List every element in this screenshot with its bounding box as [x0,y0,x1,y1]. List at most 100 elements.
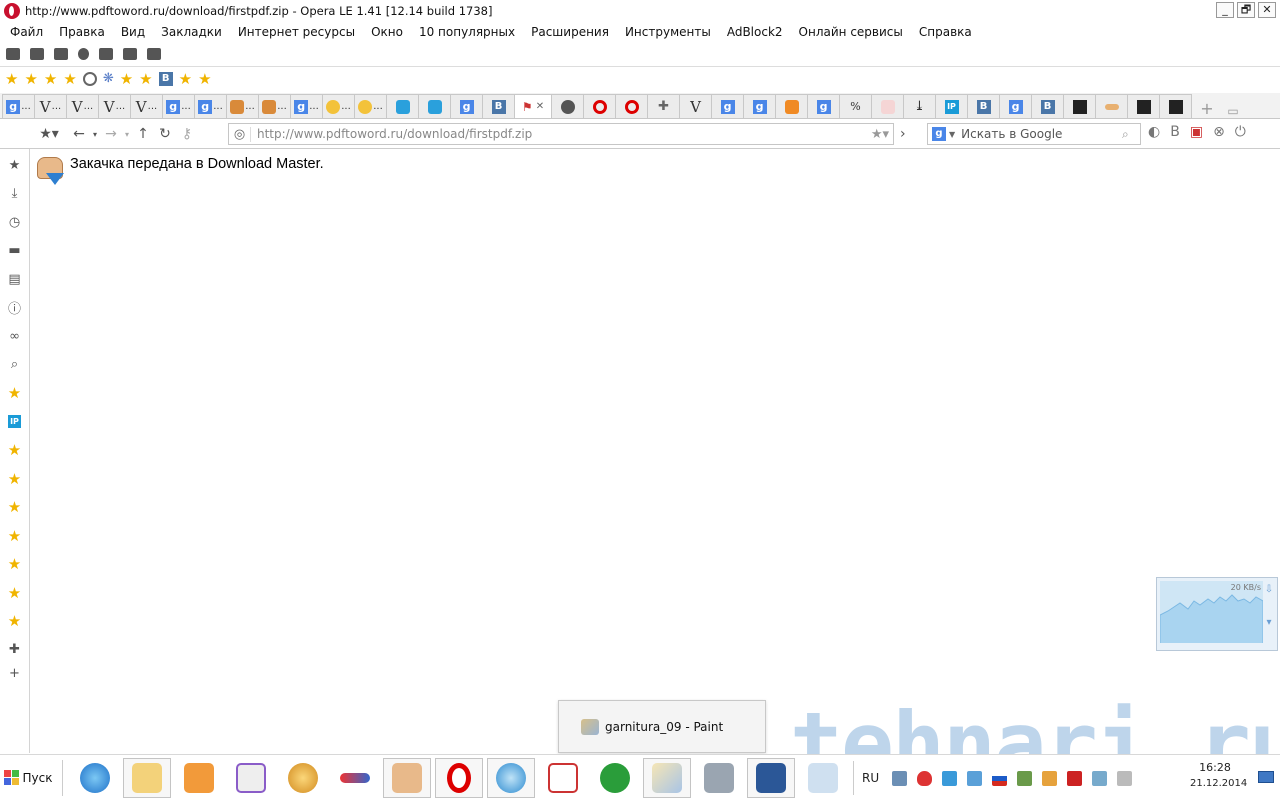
tray-antivirus-icon[interactable] [917,770,933,786]
notes-panel-icon[interactable]: ▤ [7,265,23,294]
save-icon[interactable] [30,48,44,60]
find-icon[interactable] [78,48,89,60]
search-box[interactable]: g ▼ Искать в Google ⌕ [927,123,1141,145]
favorite-star-icon[interactable]: ★ [7,522,23,551]
reload-button[interactable]: ↻ [154,126,176,142]
browser-tab[interactable]: ... [354,94,387,118]
site-info-icon[interactable]: ◎ [229,126,251,142]
browser-tab[interactable]: g [743,94,776,118]
menu-top10[interactable]: 10 популярных [419,25,515,39]
taskbar-extra[interactable] [799,758,847,798]
browser-tab[interactable]: % [839,94,872,118]
home-icon[interactable] [99,48,113,60]
open-folder-icon[interactable] [6,48,20,60]
menu-bookmarks[interactable]: Закладки [161,25,222,39]
browser-tab[interactable]: ... [322,94,355,118]
browser-tab[interactable] [551,94,584,118]
taskbar-search[interactable] [279,758,327,798]
opera-logo-icon[interactable] [4,3,20,19]
trash-can-icon[interactable]: ▭ [1223,104,1243,118]
bookmark-star-icon[interactable]: ★ [198,70,211,88]
clock[interactable]: 16:28 21.12.2014 [1190,761,1247,789]
tray-error-icon[interactable] [1067,770,1083,786]
tray-network-icon[interactable] [892,770,908,786]
taskbar-pdf[interactable] [539,758,587,798]
address-bookmark-star-icon[interactable]: ★▾ [867,127,893,142]
browser-tab[interactable] [1095,94,1128,118]
favorite-star-icon[interactable]: ★ [7,493,23,522]
tray-app-icon[interactable] [1042,770,1058,786]
taskbar-green-app[interactable] [591,758,639,798]
forward-button[interactable]: → [100,126,122,142]
browser-tab[interactable]: V... [130,94,163,118]
bookmark-star-icon[interactable]: ★ [63,70,76,88]
restore-button[interactable]: 🗗 [1237,2,1255,18]
forward-history-icon[interactable]: ▾ [122,130,132,139]
browser-tab[interactable]: IP [935,94,968,118]
language-indicator[interactable]: RU [853,761,887,795]
browser-tab[interactable] [1159,94,1192,118]
info-panel-icon[interactable]: ⓘ [7,294,23,323]
taskbar-browser[interactable] [487,757,535,798]
history-panel-icon[interactable]: ◷ [7,208,23,237]
taskbar-word[interactable] [747,757,795,798]
browser-tab[interactable]: V... [34,94,67,118]
browser-tab[interactable] [775,94,808,118]
links-panel-icon[interactable]: ∞ [7,322,23,351]
tray-flag-icon[interactable] [992,770,1008,786]
add-panel-icon[interactable]: + [7,664,23,682]
taskbar-notes[interactable] [227,758,275,798]
browser-tab[interactable] [615,94,648,118]
ip-panel-icon[interactable]: IP [7,408,23,437]
menu-window[interactable]: Окно [371,25,403,39]
bookmark-star-icon[interactable]: ★ [120,70,133,88]
menu-extensions[interactable]: Расширения [531,25,609,39]
address-bar[interactable]: ◎ http://www.pdftoword.ru/download/first… [228,123,894,145]
search-icon[interactable]: ⌕ [1122,127,1140,142]
menu-internet-resources[interactable]: Интернет ресурсы [238,25,355,39]
pdf-extension-icon[interactable]: ▣ [1190,124,1203,140]
favorite-star-icon[interactable]: ★ [7,465,23,494]
extension-icon[interactable]: ◐ [1148,124,1160,140]
browser-tab[interactable]: g... [2,94,35,118]
show-desktop-button[interactable] [1258,771,1274,783]
back-button[interactable]: ← [68,126,90,142]
search-input[interactable]: Искать в Google [961,127,1122,141]
print-icon[interactable] [54,48,68,60]
favorite-star-icon[interactable]: ★ [7,379,23,408]
go-button[interactable]: › [900,126,906,142]
tray-connection-icon[interactable] [942,770,958,786]
back-history-icon[interactable]: ▾ [90,130,100,139]
close-tab-icon[interactable]: ✕ [536,101,544,112]
browser-tab[interactable] [1127,94,1160,118]
downloads-panel-icon[interactable]: ⤓ [7,180,23,209]
menu-tools[interactable]: Инструменты [625,25,711,39]
browser-tab[interactable]: ⤓ [903,94,936,118]
bookmark-star-icon[interactable]: ★ [139,70,152,88]
browser-tab[interactable] [386,94,419,118]
browser-tab[interactable] [871,94,904,118]
power-icon[interactable]: ⏻ [1235,124,1246,140]
up-button[interactable]: ↑ [132,126,154,142]
browser-tab[interactable] [1063,94,1096,118]
bookmark-vk-icon[interactable]: B [158,72,173,86]
extensions-panel-icon[interactable]: ✚ [7,636,23,665]
speed-widget-controls[interactable]: ⇩ ▾ [1263,584,1275,634]
browser-tab[interactable]: V [679,94,712,118]
browser-tab[interactable] [583,94,616,118]
taskbar-preview-popup[interactable]: garnitura_09 - Paint [558,700,766,753]
browser-tab[interactable]: V... [66,94,99,118]
address-url[interactable]: http://www.pdftoword.ru/download/firstpd… [251,127,867,141]
minimize-button[interactable]: _ [1216,2,1234,18]
menu-file[interactable]: Файл [10,25,43,39]
favorite-star-icon[interactable]: ★ [7,436,23,465]
browser-tab[interactable]: V... [98,94,131,118]
menu-edit[interactable]: Правка [59,25,105,39]
turbo-icon[interactable]: ⊗ [1213,124,1225,140]
speed-dial-icon[interactable] [123,48,137,60]
taskbar-transfer[interactable] [331,758,379,798]
browser-tab[interactable] [418,94,451,118]
search-panel-icon[interactable]: ⌕ [7,351,23,380]
tabs-icon[interactable] [147,48,161,60]
browser-tab[interactable]: ✚ [647,94,680,118]
